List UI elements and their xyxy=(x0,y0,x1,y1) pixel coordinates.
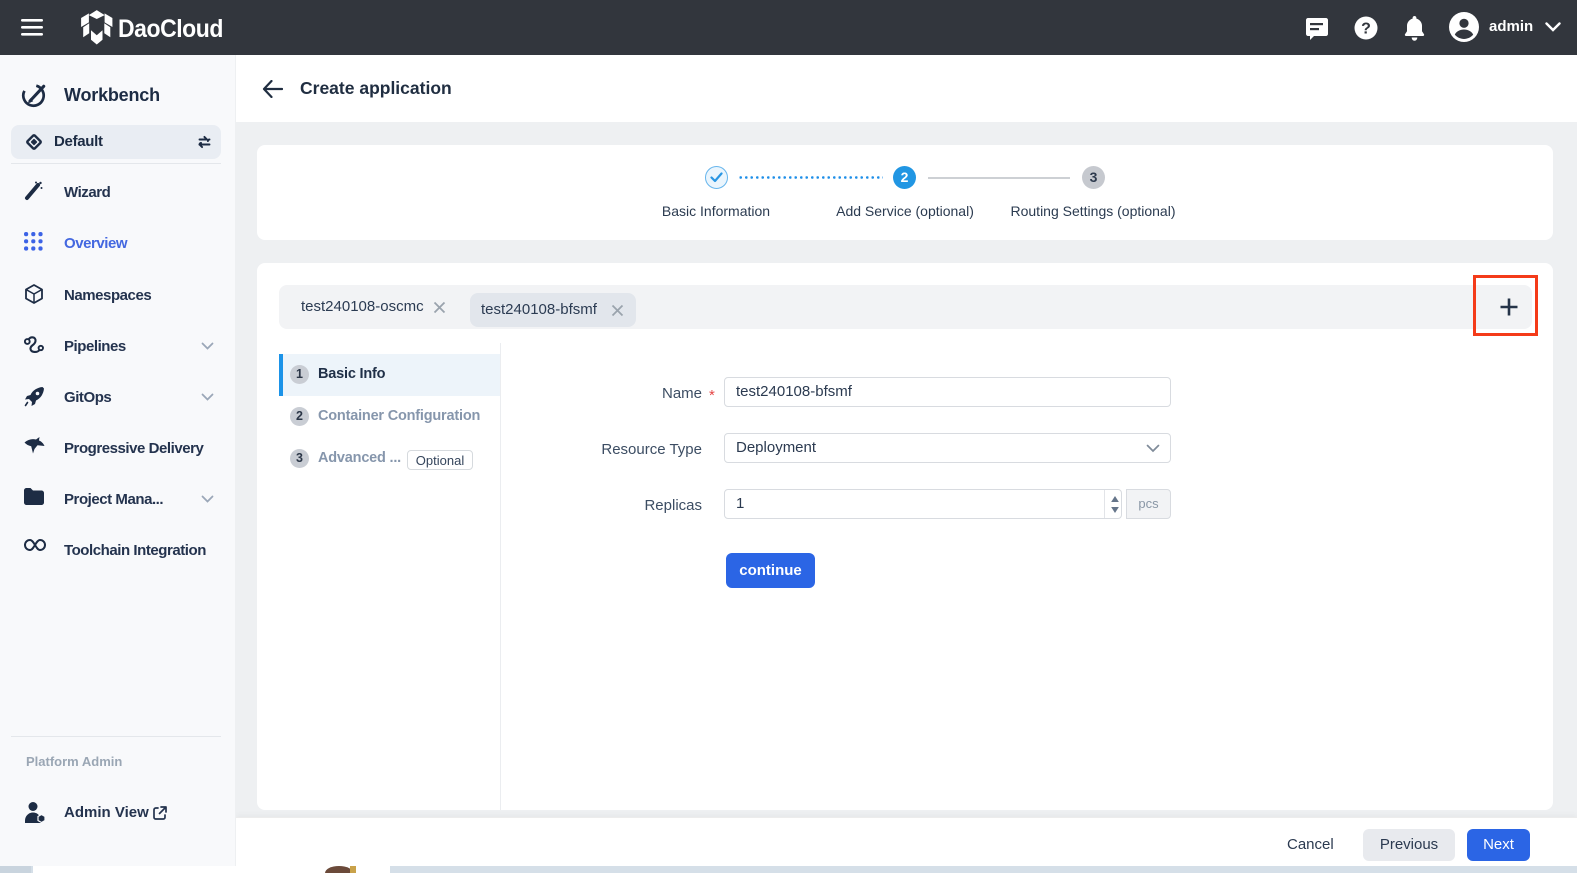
svg-text:?: ? xyxy=(1361,21,1371,38)
